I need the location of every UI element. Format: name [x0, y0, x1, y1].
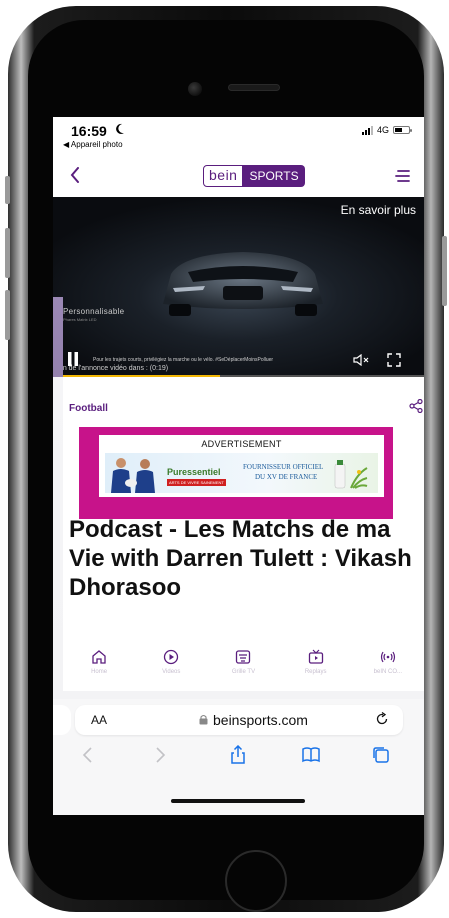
volume-down-button	[5, 290, 10, 340]
bookmarks-icon[interactable]	[301, 745, 321, 765]
share-sheet-icon[interactable]	[228, 745, 248, 765]
ad-tagline-1: FOURNISSEUR OFFICIEL	[243, 463, 324, 471]
back-chevron-icon[interactable]	[69, 167, 81, 183]
nav-item-tv-guide[interactable]: Grille TV	[213, 643, 273, 691]
ad-countdown-timer: Fin de l'annonce vidéo dans : (0:19)	[57, 365, 169, 372]
article-card: Football Podcast - Les Matchs de ma Vie …	[63, 377, 424, 643]
tabs-icon[interactable]	[371, 745, 391, 765]
bein-sports-logo[interactable]: bein SPORTS	[203, 165, 327, 187]
browser-toolbar: AA beinsports.com	[53, 699, 424, 815]
nav-item-videos[interactable]: Videos	[141, 643, 201, 691]
video-brand-text: Personnalisable	[63, 307, 125, 316]
status-indicators: 4G	[361, 125, 412, 135]
nav-item-label: Replays	[304, 669, 327, 675]
nav-item-label: beIN CO...	[373, 669, 403, 675]
status-time: 16:59	[71, 123, 107, 139]
video-disclaimer: Pour les trajets courts, privilégiez la …	[93, 357, 274, 363]
nav-item-home[interactable]: Home	[69, 643, 129, 691]
browser-nav-row	[53, 745, 424, 771]
learn-more-link[interactable]: En savoir plus	[341, 203, 416, 217]
pause-icon[interactable]	[67, 352, 79, 366]
lock-icon	[199, 714, 208, 725]
nav-item-replays[interactable]: Replays	[286, 643, 346, 691]
network-type: 4G	[376, 125, 389, 135]
text-size-button[interactable]: AA	[91, 713, 107, 727]
browser-forward-icon[interactable]	[149, 745, 169, 765]
browser-back-icon[interactable]	[79, 745, 99, 765]
home-button[interactable]	[225, 850, 287, 912]
site-bottom-nav: Home Videos Grille TV Replays beIN CO...	[63, 643, 424, 691]
fullscreen-icon[interactable]	[387, 353, 401, 367]
earpiece-speaker	[228, 84, 280, 91]
home-icon	[92, 650, 106, 664]
address-bar[interactable]: AA beinsports.com	[75, 705, 403, 735]
nav-item-bein-connect[interactable]: beIN CO...	[358, 643, 418, 691]
video-ad-player[interactable]: En savoir plus Personnalisable Phares Ma…	[53, 197, 424, 377]
power-button	[442, 236, 447, 306]
nav-item-label: Videos	[162, 669, 181, 675]
silent-switch	[5, 176, 10, 204]
signal-icon	[361, 125, 373, 135]
logo-sports-text: SPORTS	[243, 165, 305, 187]
advertisement-banner[interactable]: Puressentiel ARTS DE VIVRE SAINEMENT FOU…	[105, 453, 378, 493]
product-bottle-image	[334, 460, 368, 489]
battery-icon	[393, 126, 412, 134]
logo-bein-text: bein	[203, 165, 244, 187]
car-image	[163, 252, 323, 316]
rugby-players-image	[111, 458, 155, 493]
advertisement-frame: ADVERTISEMENT Puressentiel ARTS DE VIVRE…	[79, 427, 393, 519]
article-area: Football Podcast - Les Matchs de ma Vie …	[53, 377, 424, 815]
share-icon[interactable]	[409, 399, 423, 413]
advertisement-label: ADVERTISEMENT	[201, 439, 282, 449]
ad-brand-name: Puressentiel	[167, 467, 221, 477]
volume-up-button	[5, 228, 10, 278]
article-headline[interactable]: Podcast - Les Matchs de ma Vie with Darr…	[63, 515, 424, 602]
video-brand-subtext: Phares Matrix LED	[63, 317, 97, 322]
ad-tagline-2: DU XV DE FRANCE	[255, 473, 318, 481]
advertisement-box[interactable]: ADVERTISEMENT Puressentiel ARTS DE VIVRE…	[99, 435, 384, 497]
previous-tab-stub[interactable]	[53, 705, 71, 735]
focus-moon-icon	[116, 123, 124, 134]
url-text: beinsports.com	[213, 712, 308, 728]
ad-brand-subtitle: ARTS DE VIVRE SAINEMENT	[167, 479, 226, 486]
category-label[interactable]: Football	[69, 403, 108, 414]
nav-item-label: Grille TV	[231, 669, 256, 675]
tv-guide-icon	[236, 650, 251, 664]
front-camera	[188, 82, 202, 96]
reload-icon[interactable]	[375, 712, 389, 726]
nav-item-label: Home	[91, 669, 108, 675]
menu-icon[interactable]	[394, 168, 410, 184]
broadcast-icon	[380, 651, 395, 663]
home-indicator[interactable]	[171, 799, 305, 803]
play-icon	[164, 649, 179, 665]
back-to-app-link[interactable]: ◀ Appareil photo	[63, 140, 123, 149]
replay-icon	[308, 649, 323, 664]
screen: 16:59 ◀ Appareil photo 4G bein SPORTS En…	[53, 117, 424, 815]
site-header: bein SPORTS	[53, 157, 424, 197]
mute-icon[interactable]	[353, 354, 371, 366]
